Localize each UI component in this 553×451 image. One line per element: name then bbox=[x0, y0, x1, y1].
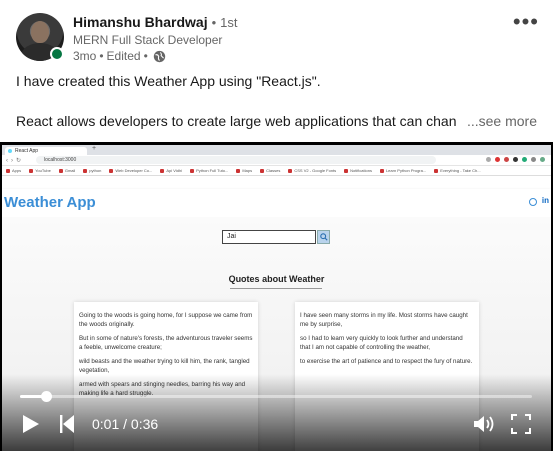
quotes-heading: Quotes about Weather bbox=[228, 274, 325, 284]
search-icon bbox=[320, 233, 328, 241]
restart-icon[interactable] bbox=[60, 415, 74, 433]
bookmark-item: Python Full Tuto... bbox=[190, 168, 228, 173]
more-options-icon[interactable]: ••• bbox=[513, 11, 539, 33]
see-more-link[interactable]: ...see more bbox=[462, 113, 537, 129]
bookmark-item: Classes bbox=[260, 168, 280, 173]
bookmark-item: CSS V2 - Google Fonts bbox=[288, 168, 336, 173]
play-icon[interactable] bbox=[22, 414, 40, 434]
video-progress-handle[interactable] bbox=[40, 391, 52, 402]
video-time: 0:01 / 0:36 bbox=[92, 416, 159, 432]
post-meta: 3mo • Edited • bbox=[73, 49, 166, 63]
quote-paragraph: to exercise the art of patience and to r… bbox=[300, 358, 473, 365]
feed-post: Himanshu Bhardwaj • 1st MERN Full Stack … bbox=[0, 0, 553, 451]
browser-bookmarks-bar: Apps YouTube Gmail python Web Developer Co..… bbox=[2, 166, 551, 176]
video-player[interactable]: React App + ‹›↻ localhost:3000 Apps YouTu… bbox=[0, 142, 553, 451]
search-button bbox=[317, 230, 330, 244]
post-text-line-1: I have created this Weather App using "R… bbox=[16, 73, 321, 89]
city-search-input: Jai bbox=[222, 230, 316, 244]
browser-tab-bar: React App + bbox=[2, 145, 551, 155]
browser-extension-icons bbox=[486, 157, 545, 162]
quote-paragraph: But in some of nature's forests, the adv… bbox=[79, 335, 253, 351]
connection-degree: 1st bbox=[220, 15, 238, 30]
author-name[interactable]: Himanshu Bhardwaj bbox=[73, 14, 208, 30]
globe-icon bbox=[153, 50, 165, 62]
bookmark-item: Everything - Take Ch... bbox=[434, 168, 480, 173]
bookmark-item: Learn Python Progra... bbox=[380, 168, 426, 173]
author-name-row: Himanshu Bhardwaj • 1st bbox=[73, 14, 238, 30]
volume-icon[interactable] bbox=[473, 414, 497, 434]
post-text-line-2: React allows developers to create large … bbox=[16, 113, 456, 129]
new-tab-icon: + bbox=[92, 145, 97, 152]
quote-paragraph: wild beasts and the weather trying to ki… bbox=[79, 358, 250, 374]
browser-address-bar: ‹›↻ localhost:3000 bbox=[2, 155, 551, 166]
app-title: Weather App bbox=[4, 194, 96, 211]
github-icon bbox=[529, 198, 537, 206]
bookmark-item: Apps bbox=[6, 168, 21, 173]
quote-paragraph: I have seen many storms in my life. Most… bbox=[300, 312, 468, 328]
bookmark-item: Api Vidhi bbox=[160, 168, 182, 173]
quotes-divider bbox=[230, 288, 322, 289]
edited-label: Edited bbox=[106, 49, 141, 63]
bookmark-item: Web Developer Co... bbox=[109, 168, 152, 173]
fullscreen-icon[interactable] bbox=[511, 414, 531, 434]
video-progress-bar[interactable] bbox=[20, 391, 532, 402]
meta-separator-2: • bbox=[143, 49, 148, 63]
linkedin-icon: in bbox=[541, 196, 549, 205]
app-header: Weather App in bbox=[2, 189, 551, 217]
browser-url: localhost:3000 bbox=[36, 156, 436, 164]
avatar-face bbox=[31, 21, 49, 43]
bookmark-item: Gmail bbox=[59, 168, 75, 173]
bookmark-item: python bbox=[83, 168, 101, 173]
bookmark-item: YouTube bbox=[29, 168, 51, 173]
bookmark-item: Notifications bbox=[344, 168, 372, 173]
browser-nav-icons: ‹›↻ bbox=[6, 158, 25, 164]
quote-paragraph: so I had to learn very quickly to look f… bbox=[300, 335, 463, 351]
meta-separator: • bbox=[99, 49, 104, 63]
bullet-separator: • bbox=[211, 15, 217, 30]
browser-tab: React App bbox=[5, 147, 87, 155]
video-controls-gradient bbox=[0, 374, 553, 451]
online-status-icon bbox=[50, 47, 64, 61]
author-headline: MERN Full Stack Developer bbox=[73, 33, 223, 47]
quote-paragraph: Going to the woods is going home, for I … bbox=[79, 312, 253, 328]
post-time: 3mo bbox=[73, 49, 97, 63]
bookmark-item: Maps bbox=[236, 168, 252, 173]
